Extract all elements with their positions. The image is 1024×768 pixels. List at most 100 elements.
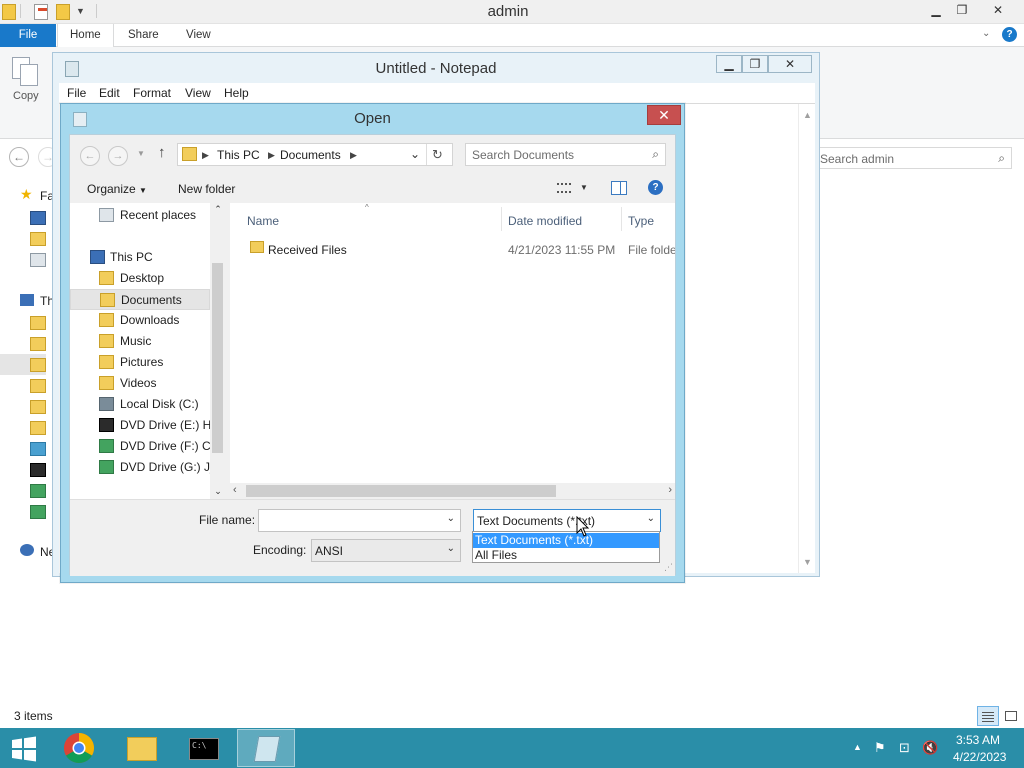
network-icon[interactable]: ⊡ <box>899 740 910 756</box>
close-button[interactable]: ✕ <box>984 0 1012 20</box>
dialog-close-button[interactable]: ✕ <box>647 105 681 125</box>
downloads-icon[interactable] <box>30 232 46 246</box>
forward-icon[interactable]: → <box>108 146 128 166</box>
back-icon[interactable]: ← <box>80 146 100 166</box>
ribbon-collapse-icon[interactable]: ⌄ <box>982 28 990 39</box>
dvd-drive-icon[interactable] <box>30 484 46 498</box>
details-view-button[interactable] <box>977 706 999 726</box>
menu-file[interactable]: File <box>67 86 86 100</box>
search-documents-input[interactable]: Search Documents ⌕ <box>465 143 666 166</box>
resize-grip-icon[interactable]: ⋰ <box>664 562 673 573</box>
nav-item[interactable]: DVD Drive (E:) Hi <box>70 415 210 436</box>
help-icon[interactable]: ? <box>648 180 663 195</box>
dvd-drive-icon[interactable] <box>30 463 46 477</box>
cmd-taskbar-button[interactable]: C:\ <box>175 729 233 767</box>
videos-folder-icon[interactable] <box>30 421 46 435</box>
chevron-down-icon[interactable]: ⌄ <box>647 513 655 524</box>
chevron-down-icon[interactable]: ⌄ <box>447 543 455 554</box>
action-center-flag-icon[interactable]: ⚑ <box>874 740 886 756</box>
help-icon[interactable]: ? <box>1002 27 1017 42</box>
notepad-taskbar-button[interactable] <box>237 729 295 767</box>
file-type-filter-select[interactable]: Text Documents (*.txt) ⌄ <box>473 509 661 532</box>
back-icon[interactable]: ← <box>9 147 29 167</box>
chevron-right-icon[interactable]: ▶ <box>350 150 357 161</box>
notepad-minimize-button[interactable]: ▁ <box>716 55 742 73</box>
menu-help[interactable]: Help <box>224 86 249 100</box>
dropdown-option[interactable]: All Files <box>473 548 659 563</box>
volume-muted-icon[interactable]: 🔇 <box>922 740 938 756</box>
scroll-up-icon[interactable]: ▲ <box>799 110 816 120</box>
tab-home[interactable]: Home <box>57 24 114 47</box>
notepad-close-button[interactable]: ✕ <box>768 55 812 73</box>
new-folder-button[interactable]: New folder <box>178 182 235 196</box>
breadcrumb-this-pc[interactable]: This PC <box>217 148 260 162</box>
address-bar[interactable]: ▶ This PC ▶ Documents ▶ ⌄ ↻ <box>177 143 453 166</box>
organize-button[interactable]: Organize ▼ <box>87 182 147 196</box>
desktop-icon[interactable] <box>30 211 46 225</box>
nav-item[interactable]: Videos <box>70 373 210 394</box>
dropdown-option[interactable]: Text Documents (*.txt) <box>473 533 659 548</box>
up-arrow-icon[interactable]: ↑ <box>158 144 166 161</box>
horizontal-scrollbar[interactable]: ‹ › <box>230 483 675 499</box>
column-header-date-modified[interactable]: Date modified <box>508 214 582 228</box>
nav-item[interactable]: Recent places <box>70 205 210 226</box>
notepad-maximize-button[interactable]: ❐ <box>742 55 768 73</box>
copy-button-label[interactable]: Copy <box>13 90 39 102</box>
chevron-right-icon[interactable]: ▶ <box>268 150 275 161</box>
music-folder-icon[interactable] <box>30 379 46 393</box>
scroll-down-icon[interactable]: ▼ <box>799 557 816 567</box>
scroll-thumb[interactable] <box>212 263 223 453</box>
scroll-down-icon[interactable]: ⌄ <box>210 486 226 497</box>
nav-item[interactable]: Pictures <box>70 352 210 373</box>
scroll-left-icon[interactable]: ‹ <box>233 484 237 496</box>
clock-date[interactable]: 4/22/2023 <box>953 750 1006 764</box>
desktop-folder-icon[interactable] <box>30 316 46 330</box>
dvd-drive-icon[interactable] <box>30 505 46 519</box>
navigation-scrollbar[interactable]: ⌃ ⌄ <box>210 203 226 499</box>
pictures-folder-icon[interactable] <box>30 400 46 414</box>
explorer-search-input[interactable]: Search admin ⌕ <box>814 147 1012 169</box>
documents-folder-icon[interactable] <box>30 337 46 351</box>
view-options-chevron-icon[interactable]: ▼ <box>580 183 588 192</box>
recent-locations-icon[interactable]: ▼ <box>137 149 145 158</box>
encoding-select[interactable]: ANSI ⌄ <box>311 539 461 562</box>
clock-time[interactable]: 3:53 AM <box>956 733 1000 747</box>
file-explorer-taskbar-button[interactable] <box>113 729 171 767</box>
file-name[interactable]: Received Files <box>268 243 347 257</box>
nav-item[interactable]: DVD Drive (G:) J_( <box>70 457 210 478</box>
copy-icon[interactable] <box>12 57 38 87</box>
tab-share[interactable]: Share <box>116 24 171 47</box>
downloads-folder-icon[interactable] <box>30 358 46 372</box>
maximize-button[interactable]: ❐ <box>948 0 976 20</box>
show-hidden-icons-icon[interactable]: ▲ <box>853 742 862 752</box>
chrome-taskbar-button[interactable] <box>50 729 108 767</box>
menu-edit[interactable]: Edit <box>99 86 120 100</box>
nav-item[interactable]: Music <box>70 331 210 352</box>
menu-view[interactable]: View <box>185 86 211 100</box>
preview-pane-icon[interactable] <box>611 181 627 195</box>
nav-item[interactable]: Desktop <box>70 268 210 289</box>
chevron-right-icon[interactable]: ▶ <box>202 150 209 161</box>
nav-item[interactable]: Documents <box>70 289 210 310</box>
nav-item[interactable]: This PC <box>70 247 210 268</box>
scroll-right-icon[interactable]: › <box>668 484 672 496</box>
large-icons-view-button[interactable] <box>1002 706 1020 726</box>
file-name-input[interactable]: ⌄ <box>258 509 461 532</box>
column-header-name[interactable]: Name <box>247 214 279 228</box>
start-button[interactable] <box>0 729 48 767</box>
scroll-up-icon[interactable]: ⌃ <box>210 204 226 215</box>
address-history-chevron-icon[interactable]: ⌄ <box>410 147 420 161</box>
minimize-button[interactable]: ▁ <box>922 0 950 20</box>
column-header-type[interactable]: Type <box>628 214 654 228</box>
scroll-thumb[interactable] <box>246 485 556 497</box>
refresh-icon[interactable]: ↻ <box>432 147 443 163</box>
tab-view[interactable]: View <box>174 24 223 47</box>
nav-item[interactable]: Local Disk (C:) <box>70 394 210 415</box>
menu-format[interactable]: Format <box>133 86 171 100</box>
notepad-vertical-scrollbar[interactable]: ▲ ▼ <box>798 104 815 573</box>
nav-item[interactable]: DVD Drive (F:) CC <box>70 436 210 457</box>
change-view-icon[interactable] <box>557 183 571 193</box>
tab-file[interactable]: File <box>0 24 56 47</box>
breadcrumb-documents[interactable]: Documents <box>280 148 341 162</box>
recent-places-icon[interactable] <box>30 253 46 267</box>
